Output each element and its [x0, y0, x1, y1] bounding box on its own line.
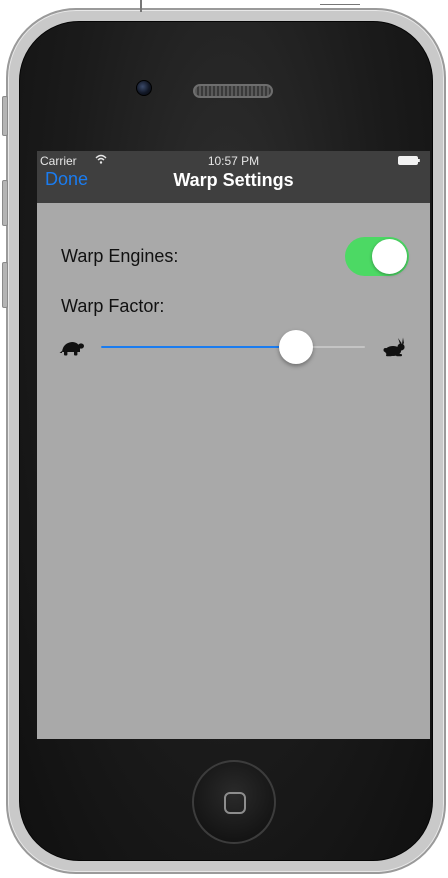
warp-factor-slider[interactable] [101, 330, 365, 366]
antenna-band-right [320, 4, 360, 5]
slider-fill [101, 346, 297, 348]
turtle-icon [59, 342, 84, 356]
mute-switch[interactable] [2, 96, 8, 136]
slider-thumb[interactable] [279, 330, 314, 364]
app-screen: Carrier 10:57 PM Done Warp Settings Warp… [37, 151, 430, 739]
warp-engines-label: Warp Engines: [61, 246, 179, 266]
warp-factor-label: Warp Factor: [61, 296, 165, 316]
antenna-band-top [140, 0, 142, 12]
volume-down-button[interactable] [2, 262, 8, 308]
simulator-stage: Carrier 10:57 PM Done Warp Settings Warp… [0, 0, 448, 878]
switch-knob [372, 239, 407, 274]
warp-engines-switch[interactable] [345, 237, 409, 276]
home-button[interactable] [192, 760, 276, 844]
navigation-bar: Carrier 10:57 PM Done Warp Settings [37, 151, 430, 203]
status-time: 10:57 PM [207, 154, 260, 168]
battery-icon [398, 156, 420, 165]
earpiece-speaker [193, 84, 273, 98]
page-title: Warp Settings [173, 170, 294, 190]
home-square-icon [224, 792, 246, 814]
rabbit-icon [383, 337, 405, 357]
volume-up-button[interactable] [2, 180, 8, 226]
front-camera [136, 80, 152, 96]
